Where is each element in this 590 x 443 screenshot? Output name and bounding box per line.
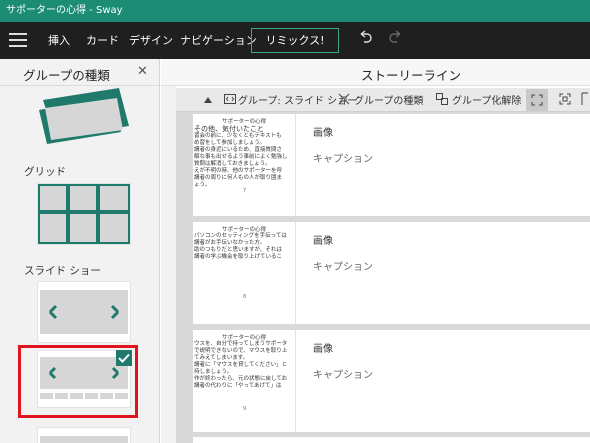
slide-text: 作が終わったら、元の状態に戻してお (194, 376, 288, 382)
slide-text: 持しましょう。 (194, 369, 233, 375)
slide-title: サポーターの心得 (221, 227, 266, 233)
more-icon[interactable] (580, 92, 590, 106)
stack-group-icon (39, 88, 129, 144)
menu-navigation[interactable]: ナビゲーション (180, 22, 257, 59)
slide-text: 講者の学ぶ機会を取り上げているこ (194, 254, 283, 260)
slide-text: 講者がお手伝いなかった方。 (194, 240, 266, 246)
slide-text: パソコンのセッティングを手伝っては (194, 233, 287, 239)
caption-label[interactable]: キャプション (313, 366, 373, 381)
slide-heading: その他、気付いたこと (194, 125, 264, 133)
storyline-card[interactable]: サポーターの心得 その他、気付いたこと 習会の前に、少なくともテキストも め習を… (193, 114, 590, 216)
image-label[interactable]: 画像 (313, 232, 333, 247)
slide-text: ウスを、自分で持ってしまうサポータ (194, 341, 288, 347)
group-option-grid[interactable] (37, 183, 131, 245)
slide-text: 講者の代わりに「やってあげて」は (194, 383, 282, 389)
slide-text: 講者に「マウスを貸してください」と (194, 362, 288, 368)
slide-title: サポーターの心得 (221, 119, 266, 125)
menu-bar: 挿入 カード デザイン ナビゲーション リミックス! (0, 22, 590, 59)
slide-number: 9 (243, 406, 247, 412)
slide-text: 質問は解消しておきましょう。 (194, 161, 271, 167)
slideshow-group-icon (40, 290, 128, 334)
panel-title: グループの種類 (23, 68, 110, 83)
storyline-header: ストーリーライン (161, 59, 590, 86)
slide-text: 講者の身近にいるため、直接質問さ (194, 147, 283, 153)
hamburger-menu-icon[interactable] (9, 33, 27, 47)
menu-design[interactable]: デザイン (129, 22, 173, 59)
slide-text: で説明できないので、マウスを取り上 (194, 348, 288, 354)
redo-icon[interactable] (389, 30, 403, 46)
section-grid-label: グリッド (24, 166, 66, 178)
crop-icon[interactable] (558, 92, 572, 106)
storyline-card[interactable]: サポーターの心得 ウスを、自分で持ってしまうサポータ で説明できないので、マウス… (193, 330, 590, 432)
storyline-card-partial (193, 437, 590, 443)
grid-group-icon (38, 184, 130, 244)
group-type-slideshow-icon (224, 94, 236, 104)
slide-text: えが不明の時、他のサポーターを呼 (194, 168, 283, 174)
focus-point-icon (531, 94, 543, 106)
group-type-button[interactable]: グループの種類 (354, 92, 423, 107)
group-type-icon[interactable] (338, 93, 350, 105)
slide-thumbnail[interactable]: サポーターの心得 パソコンのセッティングを手伝っては 講者がお手伝いなかった方。… (193, 222, 296, 324)
caption-label[interactable]: キャプション (313, 258, 373, 273)
storyline-title: ストーリーライン (361, 68, 462, 83)
slide-thumbnail[interactable]: サポーターの心得 ウスを、自分で持ってしまうサポータ で説明できないので、マウス… (193, 330, 296, 432)
selection-highlight (18, 345, 138, 418)
group-option-next-icon (40, 436, 128, 443)
window-title-bar: サポーターの心得 - Sway (0, 0, 590, 22)
image-label[interactable]: 画像 (313, 124, 333, 139)
group-option-next[interactable] (37, 427, 131, 443)
slide-number: 8 (243, 294, 247, 300)
slide-text: 助のつもりだと思いますが、それは (194, 247, 282, 253)
close-icon[interactable]: ✕ (137, 64, 148, 79)
storyline-left-margin (161, 86, 176, 443)
slide-text: てみえてしまいます。 (194, 355, 249, 361)
group-option-stack[interactable] (37, 86, 131, 148)
ungroup-icon[interactable] (436, 93, 448, 105)
slide-thumbnail[interactable]: サポーターの心得 その他、気付いたこと 習会の前に、少なくともテキストも め習を… (193, 114, 296, 216)
window-title: サポーターの心得 - Sway (6, 5, 123, 16)
slide-text: 解な事も出せるよう事前によく勉強し (194, 154, 288, 160)
group-option-slideshow[interactable] (37, 281, 131, 343)
image-label[interactable]: 画像 (313, 340, 333, 355)
panel-header: グループの種類 ✕ (0, 59, 159, 86)
slide-title: サポーターの心得 (221, 335, 266, 341)
storyline-card[interactable]: サポーターの心得 パソコンのセッティングを手伝っては 講者がお手伝いなかった方。… (193, 222, 590, 324)
slide-text: め習をして参加しましょう。 (194, 140, 266, 146)
slide-text: 講者の周りに何人もの人が取り囲ま (194, 175, 283, 181)
undo-icon[interactable] (358, 30, 372, 46)
slide-number: 7 (243, 188, 247, 194)
focus-selected-button[interactable] (526, 89, 548, 111)
section-slideshow-label: スライド ショー (24, 265, 101, 277)
menu-card[interactable]: カード (86, 22, 119, 59)
ungroup-button[interactable]: グループ化解除 (452, 92, 521, 107)
caption-label[interactable]: キャプション (313, 150, 373, 165)
group-toolbar: グループ: スライド ショー グループの種類 グループ化解除 (176, 88, 590, 112)
slide-text: 習会の前に、少なくともテキストも (194, 133, 282, 139)
remix-button[interactable]: リミックス! (251, 28, 339, 53)
collapse-triangle-icon[interactable] (204, 96, 212, 104)
menu-insert[interactable]: 挿入 (48, 22, 70, 59)
